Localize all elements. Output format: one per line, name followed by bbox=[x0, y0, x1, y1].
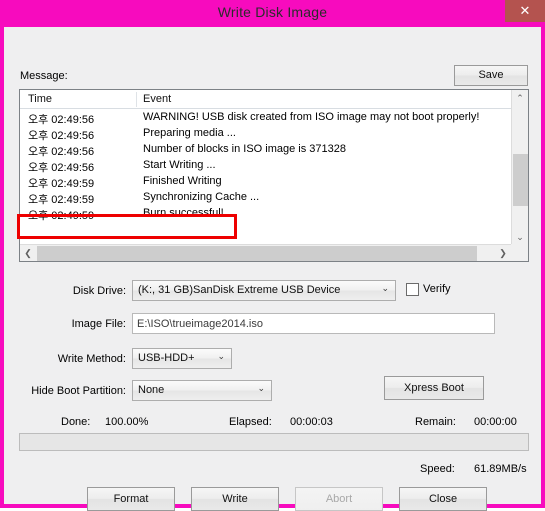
log-row-event: Preparing media ... bbox=[143, 127, 236, 139]
column-header-time[interactable]: Time bbox=[28, 93, 52, 105]
verify-checkbox[interactable] bbox=[406, 283, 419, 296]
dialog-client-area: Message: Save Time Event 오후 02:49:56 WARN… bbox=[4, 27, 541, 511]
log-row-time: 오후 02:49:56 bbox=[28, 130, 95, 142]
hide-boot-partition-select[interactable]: None ⌄ bbox=[132, 380, 272, 401]
image-file-input[interactable] bbox=[132, 313, 495, 334]
log-row[interactable]: 오후 02:49:59 Synchronizing Cache ... bbox=[20, 190, 511, 206]
horizontal-scroll-thumb[interactable] bbox=[37, 246, 477, 261]
format-button[interactable]: Format bbox=[87, 487, 175, 511]
close-icon[interactable]: ✕ bbox=[505, 0, 545, 22]
remain-label: Remain: bbox=[415, 416, 456, 428]
verify-label[interactable]: Verify bbox=[423, 283, 451, 295]
log-row[interactable]: 오후 02:49:59 Burn successful! bbox=[20, 206, 511, 222]
write-button[interactable]: Write bbox=[191, 487, 279, 511]
progress-bar bbox=[19, 433, 529, 451]
save-button[interactable]: Save bbox=[454, 65, 528, 86]
done-label: Done: bbox=[61, 416, 91, 428]
log-row[interactable]: 오후 02:49:56 Preparing media ... bbox=[20, 126, 511, 142]
done-value: 100.00% bbox=[105, 416, 149, 428]
log-list: Time Event 오후 02:49:56 WARNING! USB disk … bbox=[19, 89, 529, 262]
close-button[interactable]: Close bbox=[399, 487, 487, 511]
vertical-scroll-thumb[interactable] bbox=[513, 154, 528, 206]
log-horizontal-scrollbar[interactable]: ❮ ❯ bbox=[20, 244, 511, 261]
disk-drive-select[interactable]: (K:, 31 GB)SanDisk Extreme USB Device ⌄ bbox=[132, 280, 396, 301]
log-row-event: Burn successful! bbox=[143, 207, 224, 219]
log-row-event: Number of blocks in ISO image is 371328 bbox=[143, 143, 346, 155]
disk-drive-label: Disk Drive: bbox=[72, 285, 126, 297]
log-row-time: 오후 02:49:59 bbox=[28, 178, 95, 190]
log-row-event: Synchronizing Cache ... bbox=[143, 191, 260, 203]
log-row[interactable]: 오후 02:49:56 Start Writing ... bbox=[20, 158, 511, 174]
image-file-label: Image File: bbox=[71, 318, 126, 330]
log-row-time: 오후 02:49:59 bbox=[28, 194, 95, 206]
log-row-event: Finished Writing bbox=[143, 175, 222, 187]
abort-button: Abort bbox=[295, 487, 383, 511]
elapsed-value: 00:00:03 bbox=[290, 416, 333, 428]
log-row-event: Start Writing ... bbox=[143, 159, 216, 171]
speed-value: 61.89MB/s bbox=[474, 463, 527, 475]
column-header-event[interactable]: Event bbox=[143, 93, 171, 105]
remain-value: 00:00:00 bbox=[474, 416, 517, 428]
chevron-down-icon: ⌄ bbox=[217, 351, 225, 361]
column-divider[interactable] bbox=[136, 92, 137, 107]
log-row-time: 오후 02:49:56 bbox=[28, 162, 95, 174]
log-row-time: 오후 02:49:56 bbox=[28, 146, 95, 158]
log-row[interactable]: 오후 02:49:59 Finished Writing bbox=[20, 174, 511, 190]
chevron-down-icon: ⌄ bbox=[257, 383, 265, 393]
log-row-event: WARNING! USB disk created from ISO image… bbox=[143, 111, 480, 123]
scroll-left-icon[interactable]: ❮ bbox=[20, 245, 36, 261]
message-label: Message: bbox=[20, 70, 68, 82]
xpress-boot-button[interactable]: Xpress Boot bbox=[384, 376, 484, 400]
speed-label: Speed: bbox=[420, 463, 455, 475]
hide-boot-partition-label: Hide Boot Partition: bbox=[31, 385, 126, 397]
scroll-up-icon[interactable]: ⌃ bbox=[512, 90, 528, 106]
write-method-value: USB-HDD+ bbox=[138, 352, 195, 364]
write-disk-image-window: Write Disk Image ✕ Message: Save Time Ev… bbox=[0, 0, 545, 511]
elapsed-label: Elapsed: bbox=[229, 416, 272, 428]
log-rows-container: 오후 02:49:56 WARNING! USB disk created fro… bbox=[20, 110, 511, 261]
scroll-right-icon[interactable]: ❯ bbox=[495, 245, 511, 261]
hide-boot-partition-value: None bbox=[138, 384, 165, 396]
title-bar: Write Disk Image ✕ bbox=[0, 0, 545, 27]
chevron-down-icon: ⌄ bbox=[381, 283, 389, 293]
log-row[interactable]: 오후 02:49:56 Number of blocks in ISO image… bbox=[20, 142, 511, 158]
log-column-header: Time Event bbox=[20, 90, 511, 109]
scroll-down-icon[interactable]: ⌄ bbox=[512, 229, 528, 245]
disk-drive-value: (K:, 31 GB)SanDisk Extreme USB Device bbox=[138, 284, 341, 296]
log-vertical-scrollbar[interactable]: ⌃ ⌄ bbox=[511, 90, 528, 245]
log-row[interactable]: 오후 02:49:56 WARNING! USB disk created fro… bbox=[20, 110, 511, 126]
scrollbar-corner bbox=[511, 244, 528, 261]
write-method-select[interactable]: USB-HDD+ ⌄ bbox=[132, 348, 232, 369]
window-title: Write Disk Image bbox=[217, 4, 328, 20]
log-row-time: 오후 02:49:59 bbox=[28, 210, 95, 222]
write-method-label: Write Method: bbox=[57, 353, 126, 365]
log-row-time: 오후 02:49:56 bbox=[28, 114, 95, 126]
